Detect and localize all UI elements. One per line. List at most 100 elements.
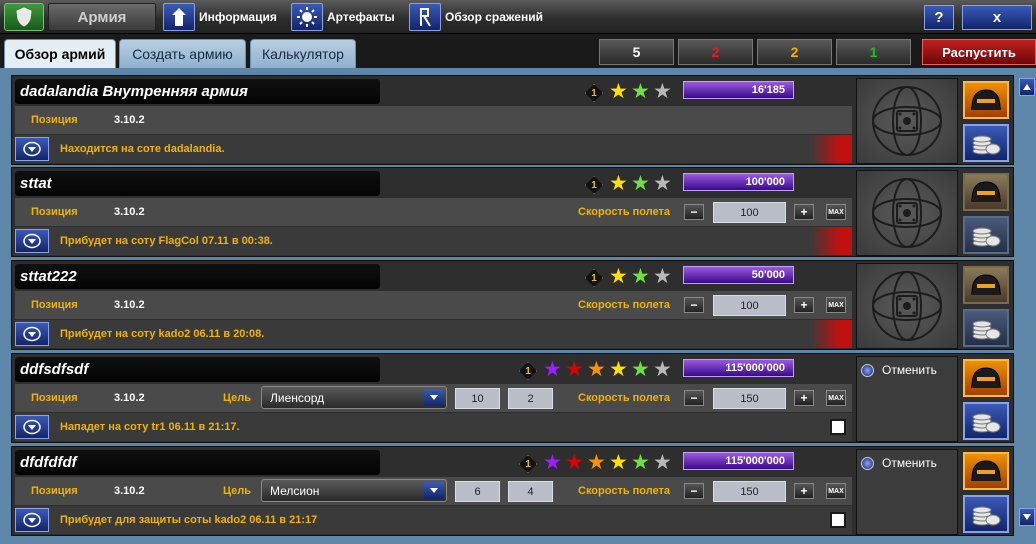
filter-white-button[interactable]: 5	[599, 39, 674, 65]
position-value: 3.10.2	[114, 114, 145, 126]
speed-input[interactable]	[713, 295, 786, 316]
army-level-badge: 1	[585, 176, 603, 194]
nav-info-button[interactable]: Информация	[163, 3, 277, 31]
scroll-down-button[interactable]	[1019, 508, 1035, 526]
target-coord-y-input[interactable]	[508, 388, 553, 409]
rank-star-icon: ★	[653, 451, 672, 474]
speed-decrease-button[interactable]: −	[684, 390, 704, 406]
position-value: 3.10.2	[114, 299, 145, 311]
cancel-march-button[interactable]: Отменить	[861, 456, 937, 470]
coins-icon	[972, 506, 1001, 526]
scroll-up-button[interactable]	[1019, 78, 1035, 96]
close-button[interactable]: x	[962, 5, 1032, 30]
army-helmet-button[interactable]	[963, 266, 1009, 304]
radio-dot-icon	[861, 456, 874, 470]
speed-decrease-button[interactable]: −	[684, 297, 704, 313]
speed-increase-button[interactable]: +	[794, 297, 814, 313]
expand-chevron-icon	[23, 326, 41, 342]
army-name[interactable]: dfdfdfdf	[15, 450, 380, 475]
speed-max-button[interactable]: MAX	[826, 390, 846, 406]
expand-button[interactable]	[15, 229, 49, 253]
army-helmet-button[interactable]	[963, 452, 1009, 490]
army-coins-button[interactable]	[963, 495, 1009, 533]
army-card: sttat 1 ★★★ 100'000 Позиция 3.10.2 Цель …	[11, 167, 1014, 257]
chevron-down-icon	[424, 482, 444, 499]
army-name[interactable]: sttat	[15, 171, 380, 196]
expand-button[interactable]	[15, 137, 49, 161]
rank-star-icon: ★	[565, 358, 584, 381]
speed-max-button[interactable]: MAX	[826, 483, 846, 499]
speed-max-button[interactable]: MAX	[826, 204, 846, 220]
tab-create-army[interactable]: Создать армию	[119, 39, 246, 68]
army-card: dfdfdfdf 1 ★ ★ ★ ★ ★ ★ 115'000'000 Позиция 3.…	[11, 446, 1014, 536]
rank-star-icon: ★	[609, 265, 628, 288]
rank-star-icon: ★	[653, 265, 672, 288]
target-coord-x-input[interactable]	[455, 481, 500, 502]
expand-chevron-icon	[23, 141, 41, 157]
speed-decrease-button[interactable]: −	[684, 204, 704, 220]
target-label: Цель	[223, 392, 252, 404]
shield-logo-icon[interactable]	[4, 3, 44, 31]
army-card: ddfsdfsdf 1 ★ ★ ★ ★ ★ ★ 115'000'000 Позиция 3…	[11, 353, 1014, 443]
speed-input[interactable]	[713, 388, 786, 409]
army-name[interactable]: dadalandia Внутренняя армия	[15, 79, 380, 104]
army-name[interactable]: sttat222	[15, 264, 380, 289]
army-info-row: Позиция 3.10.2 Цель Лиенсорд Скорость по…	[15, 384, 852, 412]
radio-dot-icon	[861, 363, 874, 377]
tab-calculator[interactable]: Калькулятор	[250, 39, 356, 68]
select-checkbox[interactable]	[830, 512, 846, 528]
tab-armies-overview[interactable]: Обзор армий	[4, 39, 116, 68]
army-status-text: Находится на соте dadalandia.	[60, 143, 225, 155]
filter-yellow-button[interactable]: 2	[757, 39, 832, 65]
speed-decrease-button[interactable]: −	[684, 483, 704, 499]
army-name[interactable]: ddfsdfsdf	[15, 357, 380, 382]
rank-star-icon: ★	[631, 172, 650, 195]
rank-star-icon: ★	[543, 451, 562, 474]
target-select[interactable]: Мелсион	[261, 479, 447, 502]
rank-star-icon: ★	[587, 358, 606, 381]
army-strength-bar: 115'000'000	[683, 359, 794, 377]
status-red-indicator	[810, 135, 852, 163]
target-select[interactable]: Лиенсорд	[261, 386, 447, 409]
speed-input[interactable]	[713, 202, 786, 223]
position-label: Позиция	[31, 206, 78, 218]
target-coord-y-input[interactable]	[508, 481, 553, 502]
coins-icon	[972, 413, 1001, 433]
filter-red-button[interactable]: 2	[678, 39, 753, 65]
army-status-row: Нападет на соту tr1 06.11 в 21:17.	[15, 413, 852, 441]
help-button[interactable]: ?	[924, 5, 954, 30]
army-info-row: Позиция 3.10.2 Цель Скорость полета − + …	[15, 198, 852, 226]
army-coins-button[interactable]	[963, 216, 1009, 254]
helmet-icon	[971, 460, 1001, 481]
army-helmet-button[interactable]	[963, 173, 1009, 211]
cancel-march-button[interactable]: Отменить	[861, 363, 937, 377]
army-helmet-button[interactable]	[963, 81, 1009, 119]
position-label: Позиция	[31, 392, 78, 404]
filter-green-count: 1	[869, 44, 878, 60]
disband-button[interactable]: Распустить	[922, 39, 1036, 65]
speed-input[interactable]	[713, 481, 786, 502]
speed-max-button[interactable]: MAX	[826, 297, 846, 313]
speed-increase-button[interactable]: +	[794, 390, 814, 406]
speed-increase-button[interactable]: +	[794, 204, 814, 220]
scrollbar[interactable]	[1018, 76, 1036, 544]
target-coord-x-input[interactable]	[455, 388, 500, 409]
speed-increase-button[interactable]: +	[794, 483, 814, 499]
army-info-row: Позиция 3.10.2 Цель Мелсион Скорость пол…	[15, 477, 852, 505]
expand-button[interactable]	[15, 508, 49, 532]
expand-button[interactable]	[15, 415, 49, 439]
army-helmet-button[interactable]	[963, 359, 1009, 397]
filter-green-button[interactable]: 1	[836, 39, 911, 65]
army-coins-button[interactable]	[963, 309, 1009, 347]
target-select-value: Мелсион	[270, 483, 320, 498]
cancel-panel: Отменить	[856, 449, 958, 535]
nav-artifacts-button[interactable]: Артефакты	[291, 3, 395, 31]
rank-star-icon: ★	[653, 358, 672, 381]
army-info-row: Позиция 3.10.2 Цель Скорость полета − + …	[15, 291, 852, 319]
coins-icon	[972, 320, 1001, 340]
expand-button[interactable]	[15, 322, 49, 346]
army-coins-button[interactable]	[963, 402, 1009, 440]
army-coins-button[interactable]	[963, 124, 1009, 162]
nav-battles-button[interactable]: Обзор сражений	[409, 3, 543, 31]
select-checkbox[interactable]	[830, 419, 846, 435]
